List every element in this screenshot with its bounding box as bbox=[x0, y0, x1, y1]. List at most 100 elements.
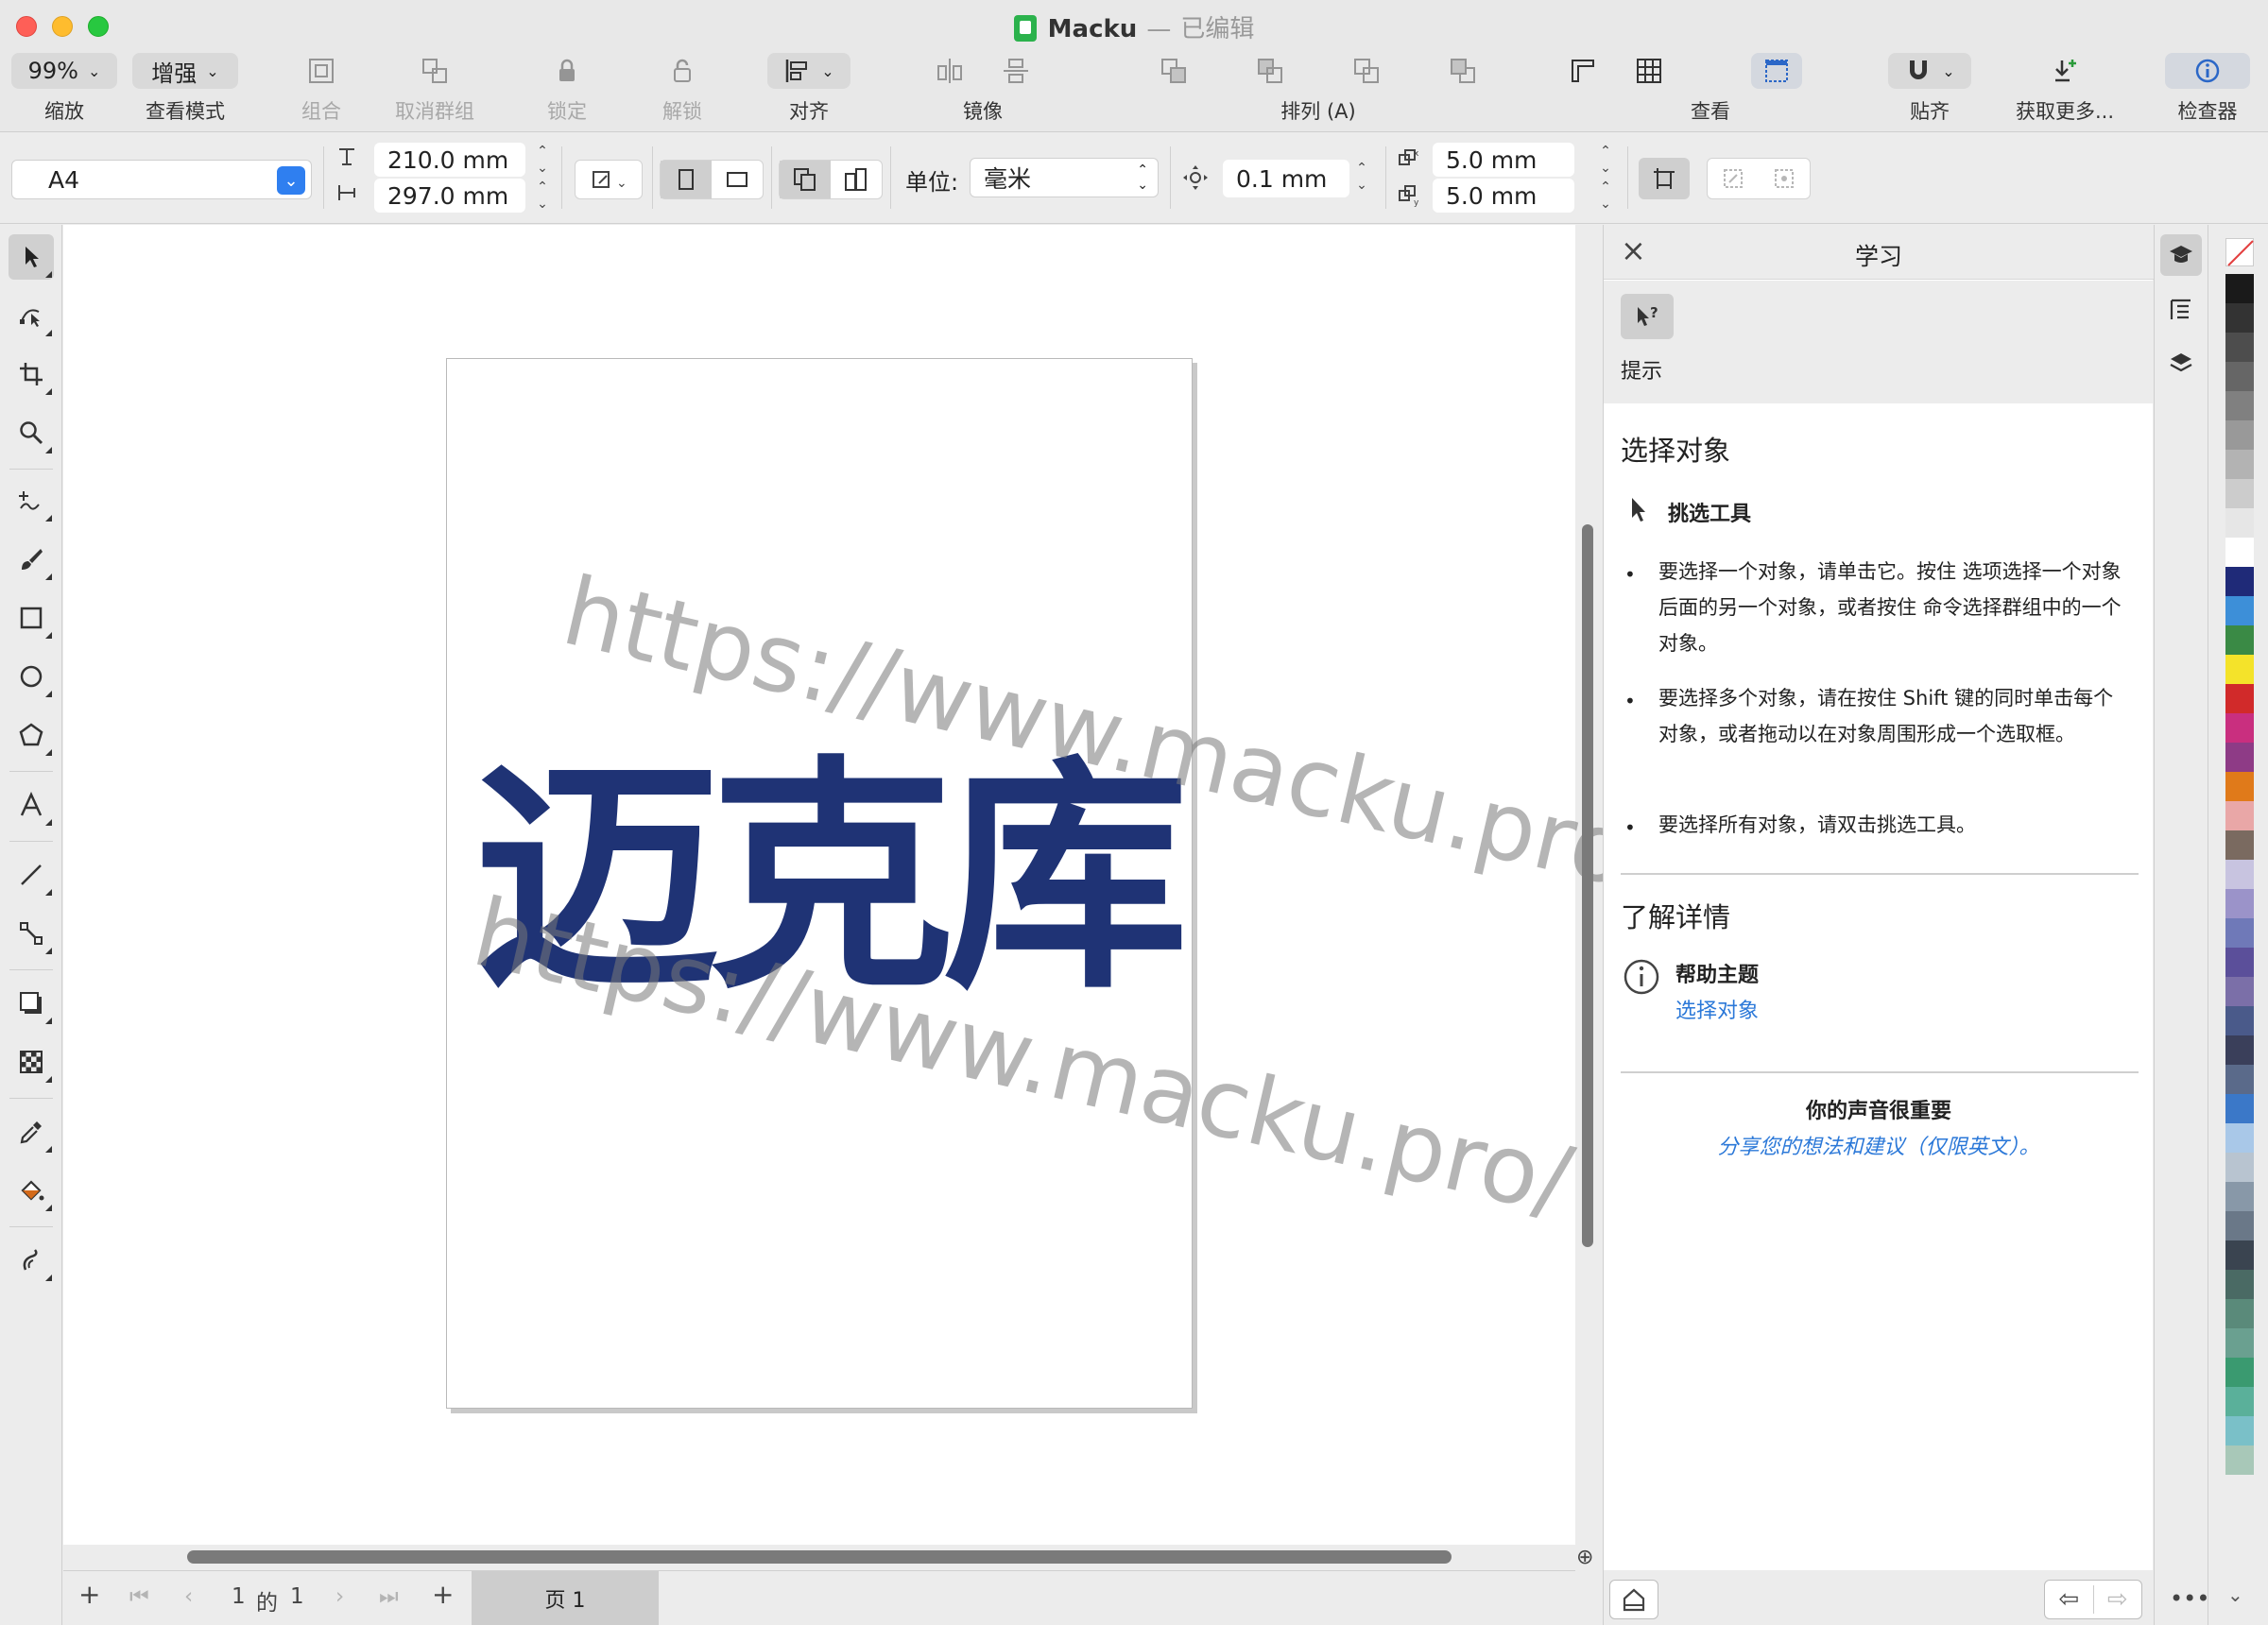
color-swatch[interactable] bbox=[2225, 1153, 2254, 1182]
vertical-scrollbar[interactable] bbox=[1582, 524, 1593, 1247]
page-scope-toggle[interactable] bbox=[779, 160, 883, 199]
orientation-toggle[interactable] bbox=[660, 160, 764, 199]
color-swatch[interactable] bbox=[2225, 391, 2254, 420]
width-stepper[interactable]: ⌃ ⌄ bbox=[534, 143, 551, 180]
color-swatch[interactable] bbox=[2225, 1123, 2254, 1153]
layout-dropdown[interactable]: ⌄ bbox=[575, 160, 643, 199]
hint-button[interactable]: ? bbox=[1621, 294, 1674, 339]
view-mode-dropdown[interactable]: 增强 ⌄ bbox=[132, 53, 238, 89]
color-swatch[interactable] bbox=[2225, 1240, 2254, 1270]
no-color-swatch[interactable] bbox=[2225, 238, 2254, 266]
horizontal-scrollbar[interactable] bbox=[187, 1550, 1452, 1564]
color-swatch[interactable] bbox=[2225, 420, 2254, 450]
color-swatch[interactable] bbox=[2225, 1182, 2254, 1211]
transparency-tool[interactable] bbox=[9, 1039, 54, 1085]
chevron-down-icon[interactable]: ⌄ bbox=[2227, 1583, 2243, 1606]
objects-docker-button[interactable] bbox=[2160, 342, 2202, 384]
transform-one-button[interactable] bbox=[1708, 159, 1759, 198]
guidelines-toggle[interactable] bbox=[1751, 53, 1802, 89]
close-icon[interactable]: × bbox=[1621, 232, 1646, 268]
drop-shadow-tool[interactable] bbox=[9, 981, 54, 1026]
next-page-button[interactable]: › bbox=[335, 1584, 344, 1609]
color-swatch[interactable] bbox=[2225, 567, 2254, 596]
artistic-media-tool[interactable] bbox=[9, 537, 54, 582]
color-swatch[interactable] bbox=[2225, 596, 2254, 625]
color-swatch[interactable] bbox=[2225, 1065, 2254, 1094]
color-swatch[interactable] bbox=[2225, 1006, 2254, 1035]
color-swatch[interactable] bbox=[2225, 1035, 2254, 1065]
interactive-fill-tool[interactable] bbox=[9, 1168, 54, 1213]
ungroup-button[interactable]: 取消群组 bbox=[383, 53, 487, 125]
grid-icon[interactable] bbox=[1635, 57, 1663, 85]
color-swatch[interactable] bbox=[2225, 1445, 2254, 1475]
color-swatch[interactable] bbox=[2225, 918, 2254, 948]
landscape-button[interactable] bbox=[712, 161, 763, 198]
color-swatch[interactable] bbox=[2225, 860, 2254, 889]
mirror-vertical-icon[interactable] bbox=[1002, 57, 1030, 85]
parallel-dimension-tool[interactable] bbox=[9, 852, 54, 898]
snap-dropdown[interactable]: ⌄ bbox=[1888, 53, 1971, 89]
color-swatch[interactable] bbox=[2225, 655, 2254, 684]
duplicate-y-stepper[interactable]: ⌃ ⌄ bbox=[1597, 179, 1614, 216]
color-swatch[interactable] bbox=[2225, 625, 2254, 655]
color-swatch[interactable] bbox=[2225, 772, 2254, 801]
forward-arrow-icon[interactable]: ⇨ bbox=[2094, 1585, 2142, 1614]
get-more-button[interactable]: 获取更多... bbox=[2011, 53, 2119, 125]
forward-one-icon[interactable] bbox=[1256, 57, 1284, 85]
zoom-tool[interactable] bbox=[9, 410, 54, 455]
ellipse-tool[interactable] bbox=[9, 654, 54, 699]
pick-tool[interactable] bbox=[9, 234, 54, 280]
color-swatch[interactable] bbox=[2225, 1416, 2254, 1445]
color-swatch[interactable] bbox=[2225, 450, 2254, 479]
drawing-canvas[interactable]: 迈克库 https://www.macku.pro/ https://www.m… bbox=[63, 225, 1672, 1545]
last-page-button[interactable]: ⏭ bbox=[379, 1584, 399, 1609]
rulers-icon[interactable] bbox=[1569, 57, 1597, 85]
color-swatch[interactable] bbox=[2225, 889, 2254, 918]
color-swatch[interactable] bbox=[2225, 743, 2254, 772]
mirror-horizontal-icon[interactable] bbox=[936, 57, 964, 85]
back-one-icon[interactable] bbox=[1352, 57, 1381, 85]
eyedropper-tool[interactable] bbox=[9, 1109, 54, 1155]
transform-two-button[interactable] bbox=[1759, 159, 1810, 198]
color-swatch[interactable] bbox=[2225, 1387, 2254, 1416]
color-swatch[interactable] bbox=[2225, 801, 2254, 830]
unlock-button[interactable]: 解锁 bbox=[644, 53, 720, 125]
group-button[interactable]: 组合 bbox=[284, 53, 359, 125]
color-swatch[interactable] bbox=[2225, 830, 2254, 860]
lock-button[interactable]: 锁定 bbox=[529, 53, 605, 125]
unit-select[interactable]: 毫米 ⌃ ⌄ bbox=[970, 158, 1159, 197]
to-front-icon[interactable] bbox=[1160, 57, 1188, 85]
help-topic-link[interactable]: 选择对象 bbox=[1675, 994, 1759, 1024]
color-swatch[interactable] bbox=[2225, 1270, 2254, 1299]
color-swatch[interactable] bbox=[2225, 362, 2254, 391]
shape-tool[interactable] bbox=[9, 293, 54, 338]
portrait-button[interactable] bbox=[661, 161, 712, 198]
color-swatch[interactable] bbox=[2225, 1094, 2254, 1123]
previous-page-button[interactable]: ‹ bbox=[184, 1584, 193, 1609]
color-swatch[interactable] bbox=[2225, 333, 2254, 362]
connector-tool[interactable] bbox=[9, 911, 54, 956]
zoom-fit-icon[interactable]: ⊕ bbox=[1576, 1546, 1593, 1569]
duplicate-x-stepper[interactable]: ⌃ ⌄ bbox=[1597, 143, 1614, 180]
color-swatch[interactable] bbox=[2225, 713, 2254, 743]
height-stepper[interactable]: ⌃ ⌄ bbox=[534, 179, 551, 216]
treat-as-filled-button[interactable] bbox=[1639, 158, 1690, 199]
add-page-before-button[interactable]: + bbox=[78, 1579, 100, 1610]
color-swatch[interactable] bbox=[2225, 479, 2254, 508]
learn-docker-button[interactable] bbox=[2160, 234, 2202, 276]
crop-tool[interactable] bbox=[9, 351, 54, 397]
all-pages-button[interactable] bbox=[780, 161, 831, 198]
home-button[interactable] bbox=[1609, 1580, 1658, 1619]
more-options-icon[interactable]: ••• bbox=[2170, 1585, 2209, 1612]
nudge-stepper[interactable]: ⌃ ⌄ bbox=[1353, 160, 1370, 197]
to-back-icon[interactable] bbox=[1449, 57, 1477, 85]
color-swatch[interactable] bbox=[2225, 977, 2254, 1006]
duplicate-y-input[interactable]: 5.0 mm bbox=[1433, 179, 1574, 213]
first-page-button[interactable]: ⏮ bbox=[129, 1584, 149, 1609]
color-swatch[interactable] bbox=[2225, 274, 2254, 303]
color-swatch[interactable] bbox=[2225, 1299, 2254, 1328]
page-size-select[interactable]: A4 ⌄ bbox=[11, 160, 312, 199]
color-swatch[interactable] bbox=[2225, 948, 2254, 977]
color-swatch[interactable] bbox=[2225, 508, 2254, 538]
color-swatch[interactable] bbox=[2225, 684, 2254, 713]
